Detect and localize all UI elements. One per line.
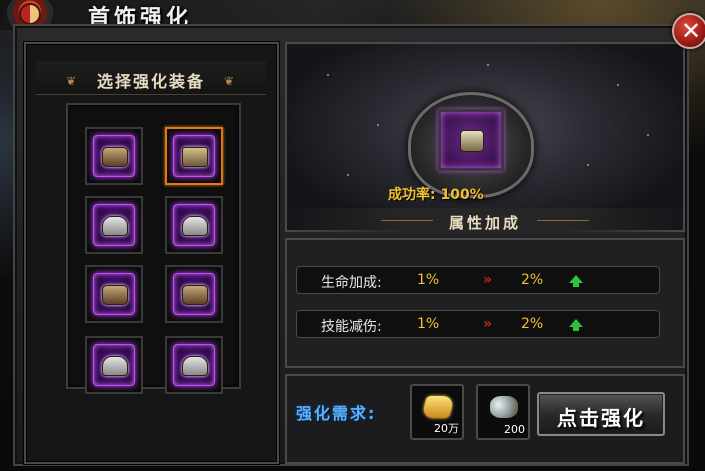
equipment-slot-5[interactable] [85, 265, 143, 323]
equipment-slot-2[interactable] [165, 127, 223, 185]
enhance-button[interactable]: 点击强化 [537, 392, 665, 436]
attribute-current: 1% [417, 316, 440, 332]
gold-ingot-icon [421, 396, 455, 418]
boots-icon [102, 356, 128, 376]
helmet-icon [182, 216, 208, 236]
up-arrow-icon [569, 319, 583, 331]
double-arrow-icon: » [483, 316, 492, 332]
bracelet-icon [102, 147, 128, 167]
success-rate: 成功率: 100% [388, 187, 484, 203]
attributes-panel [285, 238, 685, 368]
attributes-title: 属性加成 [448, 214, 521, 232]
attribute-current: 1% [417, 272, 440, 288]
equipment-slot-1[interactable] [85, 127, 143, 185]
attribute-row: 生命加成: 1% » 2% [296, 266, 660, 294]
up-arrow-icon [569, 275, 583, 287]
attribute-name: 生命加成: [321, 275, 382, 291]
cost-amount: 200 [504, 423, 525, 436]
attribute-next: 2% [521, 316, 544, 332]
attributes-header: 属性加成 [285, 208, 685, 234]
ornament-right-icon: ❦ [224, 74, 235, 88]
equipment-slot-3[interactable] [85, 196, 143, 254]
bracelet-icon [102, 285, 128, 305]
boots-icon [182, 356, 208, 376]
preview-slot [438, 109, 504, 171]
bracelet-icon [182, 285, 208, 305]
close-icon: ✕ [681, 17, 702, 45]
equipment-slot-8[interactable] [165, 336, 223, 394]
enhance-button-label: 点击强化 [557, 406, 645, 430]
attribute-row: 技能减伤: 1% » 2% [296, 310, 660, 338]
attribute-name: 技能减伤: [321, 319, 382, 335]
equipment-slot-4[interactable] [165, 196, 223, 254]
cost-gold: 20万 [410, 384, 464, 440]
cost-amount: 20万 [434, 422, 459, 435]
equipment-slot-6[interactable] [165, 265, 223, 323]
attribute-next: 2% [521, 272, 544, 288]
double-arrow-icon: » [483, 272, 492, 288]
ring-icon [460, 130, 484, 152]
requirements-label: 强化需求: [296, 404, 377, 423]
close-button[interactable]: ✕ [672, 13, 705, 49]
ore-icon [490, 396, 518, 418]
cost-ore: 200 [476, 384, 530, 440]
helmet-icon [102, 216, 128, 236]
equipment-slot-7[interactable] [85, 336, 143, 394]
ring-icon [182, 147, 208, 167]
equipment-panel-header: ❦ 选择强化装备 ❦ [36, 61, 266, 95]
